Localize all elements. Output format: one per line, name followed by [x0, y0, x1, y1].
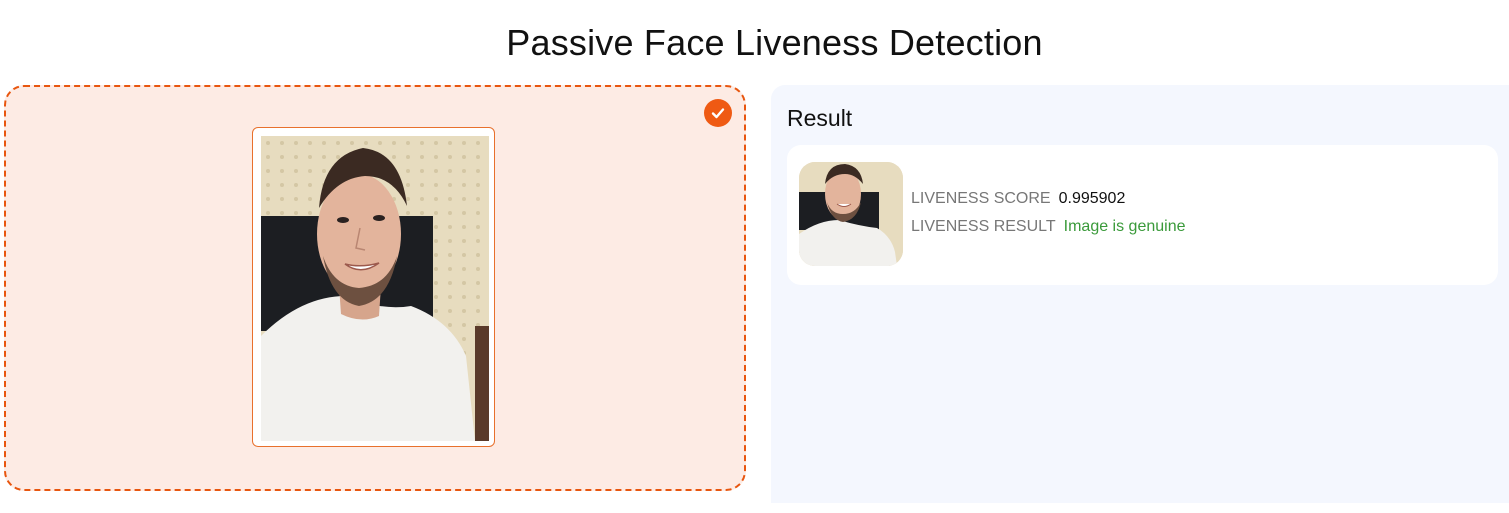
liveness-score-label: LIVENESS SCORE [911, 190, 1051, 207]
result-heading: Result [787, 105, 853, 131]
page-title: Passive Face Liveness Detection [506, 22, 1043, 63]
liveness-score-value: 0.995902 [1058, 190, 1126, 207]
liveness-result-row: LIVENESS RESULT Image is genuine [911, 218, 1186, 236]
uploaded-image-preview[interactable] [252, 127, 495, 447]
result-panel: Result LIVENESS SCORE 0.995902 LIVENESS R… [771, 85, 1509, 503]
check-circle-icon [704, 99, 732, 127]
liveness-score-row: LIVENESS SCORE 0.995902 [911, 190, 1125, 208]
selfie-photo [261, 136, 489, 441]
image-upload-dropzone[interactable] [4, 85, 746, 491]
result-card: LIVENESS SCORE 0.995902 LIVENESS RESULT Im… [787, 145, 1498, 285]
liveness-result-label: LIVENESS RESULT [911, 218, 1056, 235]
face-thumbnail [799, 162, 903, 266]
liveness-result-value: Image is genuine [1063, 218, 1186, 235]
